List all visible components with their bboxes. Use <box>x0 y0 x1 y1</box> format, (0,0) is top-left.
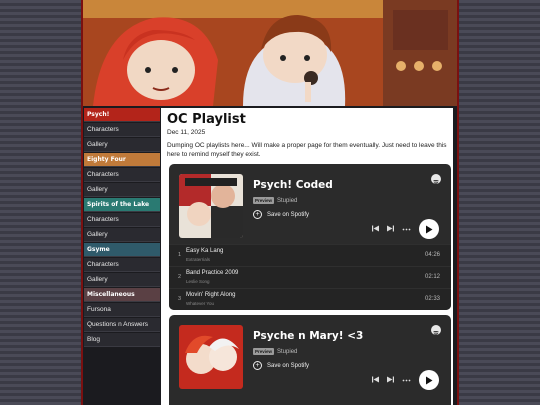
embed-header: Psych! Coded Preview Stupied + Save on S… <box>169 164 451 244</box>
spotify-embed[interactable]: Psych! Coded Preview Stupied + Save on S… <box>169 164 451 310</box>
nav-item-eighty-four-characters[interactable]: Characters <box>84 168 160 182</box>
nav-section-eighty-four[interactable]: Eighty Four <box>84 153 160 167</box>
nav-item-gsyme-characters[interactable]: Characters <box>84 258 160 272</box>
nav-section-miscellaneous[interactable]: Miscellaneous <box>84 288 160 302</box>
nav-item-blog[interactable]: Blog <box>84 333 160 347</box>
nav-section-gsyme[interactable]: Gsyme <box>84 243 160 257</box>
track-duration: 02:33 <box>424 296 440 302</box>
preview-badge: Preview <box>253 197 275 204</box>
nav-item-psych-gallery[interactable]: Gallery <box>84 138 160 152</box>
save-on-spotify-button[interactable]: + Save on Spotify <box>253 361 309 370</box>
nav-section-spirits-of-the-lake[interactable]: Spirits of the Lake <box>84 198 160 212</box>
playback-controls <box>372 370 439 390</box>
track-number: 3 <box>178 296 182 302</box>
next-track-icon[interactable] <box>387 225 394 234</box>
post-title: OC Playlist <box>167 112 246 127</box>
nav-item-spirits-gallery[interactable]: Gallery <box>84 228 160 242</box>
track-duration: 02:12 <box>424 274 440 280</box>
spotify-logo-icon[interactable] <box>431 325 441 336</box>
play-button[interactable] <box>419 370 439 390</box>
previous-track-icon[interactable] <box>372 225 379 234</box>
nav-item-questions-n-answers[interactable]: Questions n Answers <box>84 318 160 332</box>
track-row[interactable]: 3 Movin' Right Along Whatever You 02:33 <box>169 288 451 310</box>
header-banner-image <box>83 0 457 106</box>
save-label: Save on Spotify <box>267 362 310 369</box>
sidebar-nav: Psych! Characters Gallery Eighty Four Ch… <box>83 108 160 405</box>
nav-item-eighty-four-gallery[interactable]: Gallery <box>84 183 160 197</box>
embed-header: Psyche n Mary! <3 Preview Stupied + Save… <box>169 315 451 395</box>
playlist-title[interactable]: Psyche n Mary! <3 <box>253 330 363 342</box>
track-number: 1 <box>178 252 182 258</box>
track-number: 2 <box>178 274 182 280</box>
save-on-spotify-button[interactable]: + Save on Spotify <box>253 210 309 219</box>
spotify-logo-icon[interactable] <box>431 174 441 185</box>
spotify-embed[interactable]: Psyche n Mary! <3 Preview Stupied + Save… <box>169 315 451 405</box>
playlist-cover-image[interactable] <box>179 325 243 389</box>
playlist-owner[interactable]: Stupied <box>277 198 297 204</box>
save-label: Save on Spotify <box>267 211 310 218</box>
track-duration: 04:26 <box>424 252 440 258</box>
track-row[interactable]: 1 Easy Ka Lang Extraterrials 04:26 <box>169 244 451 266</box>
track-list: 1 Easy Ka Lang Extraterrials 04:26 2 Ban… <box>169 244 451 310</box>
post-content: OC Playlist Dec 11, 2025 Dumping OC play… <box>161 108 453 405</box>
page-frame: Psych! Characters Gallery Eighty Four Ch… <box>81 0 459 405</box>
post-date: Dec 11, 2025 <box>167 129 206 136</box>
track-name: Movin' Right Along <box>186 292 236 298</box>
playlist-cover-image[interactable] <box>179 174 243 238</box>
track-artist: Leslie Song <box>186 279 210 284</box>
playlist-title[interactable]: Psych! Coded <box>253 179 333 191</box>
previous-track-icon[interactable] <box>372 376 379 385</box>
more-options-icon[interactable] <box>402 377 411 384</box>
plus-circle-icon: + <box>253 210 262 219</box>
plus-circle-icon: + <box>253 361 262 370</box>
nav-section-psych[interactable]: Psych! <box>84 108 160 122</box>
post-body: Dumping OC playlists here... Will make a… <box>167 142 447 158</box>
playlist-meta: Preview Stupied <box>253 197 297 204</box>
track-row[interactable]: 2 Band Practice 2009 Leslie Song 02:12 <box>169 266 451 288</box>
nav-item-psych-characters[interactable]: Characters <box>84 123 160 137</box>
next-track-icon[interactable] <box>387 376 394 385</box>
play-button[interactable] <box>419 219 439 239</box>
nav-item-spirits-characters[interactable]: Characters <box>84 213 160 227</box>
preview-badge: Preview <box>253 348 275 355</box>
track-name: Easy Ka Lang <box>186 248 224 254</box>
more-options-icon[interactable] <box>402 226 411 233</box>
playback-controls <box>372 219 439 239</box>
nav-item-gsyme-gallery[interactable]: Gallery <box>84 273 160 287</box>
playlist-owner[interactable]: Stupied <box>277 349 297 355</box>
track-name: Band Practice 2009 <box>186 270 239 276</box>
playlist-meta: Preview Stupied <box>253 348 297 355</box>
nav-item-fursona[interactable]: Fursona <box>84 303 160 317</box>
track-artist: Extraterrials <box>186 257 211 262</box>
track-artist: Whatever You <box>186 301 215 306</box>
